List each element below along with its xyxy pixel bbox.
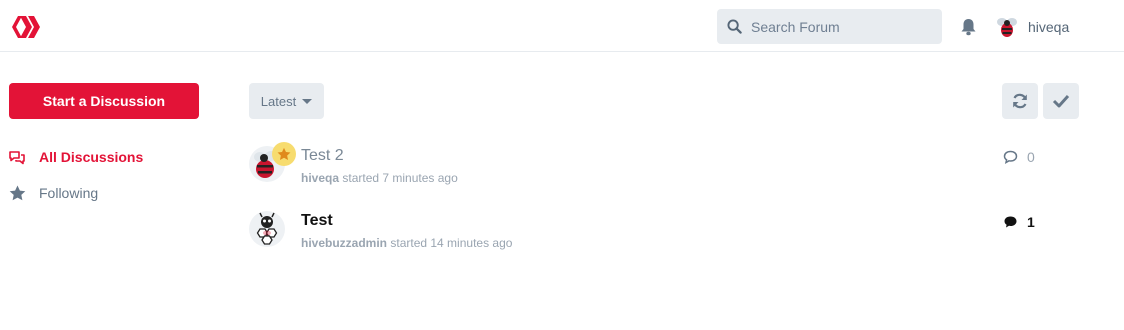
reply-count-value: 1 bbox=[1027, 214, 1035, 230]
start-discussion-button[interactable]: Start a Discussion bbox=[9, 83, 199, 119]
bee-avatar-icon bbox=[256, 212, 278, 245]
sort-label: Latest bbox=[260, 93, 297, 109]
sticky-badge bbox=[272, 142, 296, 166]
comment-outline-icon bbox=[1003, 150, 1018, 164]
reply-count[interactable]: 1 bbox=[1003, 214, 1035, 230]
comments-icon bbox=[8, 149, 26, 165]
user-avatar bbox=[997, 18, 1017, 37]
reply-count-value: 0 bbox=[1027, 149, 1035, 165]
sidebar-item-label: All Discussions bbox=[39, 149, 144, 165]
discussion-started: started 7 minutes ago bbox=[342, 171, 458, 185]
discussion-author[interactable]: hivebuzzadmin bbox=[301, 236, 387, 250]
reply-count[interactable]: 0 bbox=[1003, 149, 1035, 165]
top-header: hiveqa bbox=[0, 0, 1124, 52]
hive-logo-icon[interactable] bbox=[11, 14, 41, 40]
mark-all-read-button[interactable] bbox=[1043, 83, 1079, 119]
sort-dropdown[interactable]: Latest bbox=[249, 83, 324, 119]
sidebar-nav: All Discussions Following bbox=[8, 146, 143, 218]
comment-filled-icon bbox=[1004, 216, 1017, 228]
star-badge-icon bbox=[277, 147, 291, 161]
discussion-started: started 14 minutes ago bbox=[390, 236, 513, 250]
star-icon bbox=[8, 185, 26, 201]
user-menu[interactable]: hiveqa bbox=[995, 15, 1069, 39]
sidebar-item-all-discussions[interactable]: All Discussions bbox=[8, 146, 143, 168]
refresh-icon bbox=[1013, 93, 1027, 109]
bell-icon[interactable] bbox=[960, 18, 977, 36]
refresh-button[interactable] bbox=[1002, 83, 1038, 119]
author-avatar[interactable] bbox=[249, 211, 285, 247]
discussion-title[interactable]: Test 2 bbox=[301, 147, 344, 165]
search-icon bbox=[727, 19, 742, 34]
discussion-meta: hivebuzzadmin started 14 minutes ago bbox=[301, 236, 512, 250]
discussion-item[interactable]: Test hivebuzzadmin started 14 minutes ag… bbox=[249, 211, 1039, 257]
sidebar-item-label: Following bbox=[39, 185, 99, 201]
search-box[interactable] bbox=[717, 9, 942, 44]
chevron-down-icon bbox=[302, 98, 313, 104]
sidebar-item-following[interactable]: Following bbox=[8, 182, 143, 204]
check-icon bbox=[1052, 94, 1070, 108]
discussion-title[interactable]: Test bbox=[301, 212, 333, 230]
discussion-meta: hiveqa started 7 minutes ago bbox=[301, 171, 458, 185]
search-input[interactable] bbox=[751, 9, 936, 44]
username-label: hiveqa bbox=[1028, 19, 1070, 35]
discussion-item[interactable]: Test 2 hiveqa started 7 minutes ago 0 bbox=[249, 142, 1039, 192]
discussion-author[interactable]: hiveqa bbox=[301, 171, 339, 185]
